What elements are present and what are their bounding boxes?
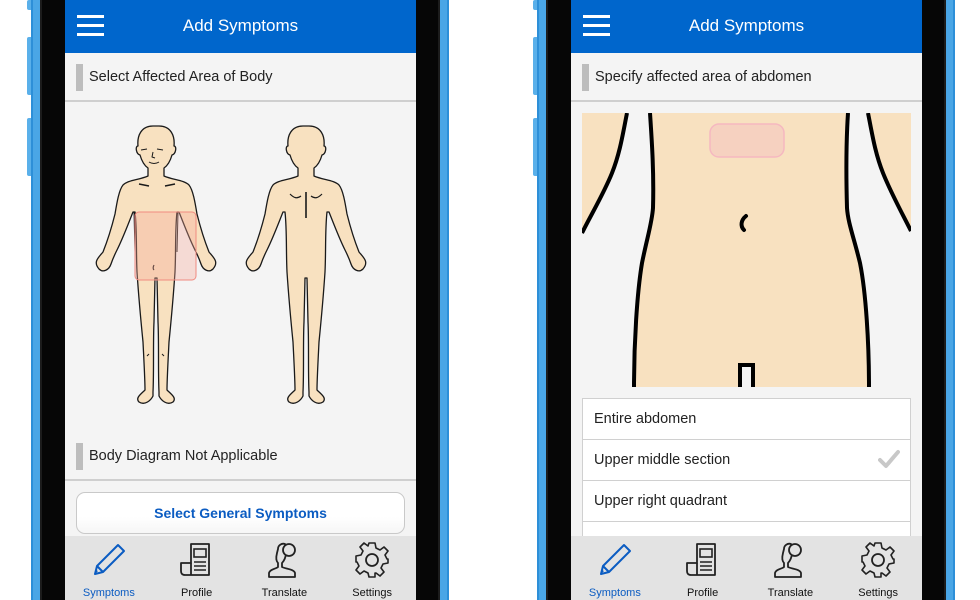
option-label: Entire abdomen	[594, 411, 697, 427]
option-label: Upper middle section	[594, 452, 731, 468]
screen-abdomen-selection: Add Symptoms Specify affected area of ab…	[571, 0, 922, 600]
tab-profile[interactable]: Profile	[153, 536, 241, 600]
person-speech-icon	[268, 542, 297, 578]
tab-label: Symptoms	[588, 587, 641, 599]
section-header: Select Affected Area of Body	[65, 53, 416, 102]
app-header: Add Symptoms	[65, 0, 416, 53]
section-marker	[76, 443, 83, 470]
body-diagram[interactable]	[65, 102, 416, 432]
gear-icon	[861, 542, 895, 578]
document-icon	[179, 543, 210, 576]
page-title: Add Symptoms	[182, 16, 299, 35]
list-item[interactable]: Entire abdomen	[583, 399, 910, 440]
tab-symptoms[interactable]: Symptoms	[571, 536, 659, 600]
tab-label: Translate	[767, 587, 814, 599]
tab-label: Settings	[352, 587, 392, 599]
checkmark-icon	[878, 450, 900, 468]
tab-settings[interactable]: Settings	[834, 536, 922, 600]
section-title: Select Affected Area of Body	[89, 69, 273, 85]
tab-translate[interactable]: Translate	[747, 536, 835, 600]
phone-left: Add Symptoms Select Affected Area of Bod…	[27, 0, 449, 600]
document-icon	[685, 543, 716, 576]
tab-translate[interactable]: Translate	[241, 536, 329, 600]
button-label: Select General Symptoms	[154, 505, 327, 521]
page-title: Add Symptoms	[688, 16, 805, 35]
tab-bar: Symptoms Profile Translate Settings	[571, 536, 922, 600]
phone-right: Add Symptoms Specify affected area of ab…	[533, 0, 955, 600]
tab-label: Profile	[181, 587, 213, 599]
gear-icon	[355, 542, 389, 578]
abdomen-diagram[interactable]	[582, 113, 911, 387]
option-label: Upper right quadrant	[594, 493, 727, 509]
list-item[interactable]: Upper middle section	[583, 440, 910, 481]
tab-label: Symptoms	[82, 587, 135, 599]
tab-profile[interactable]: Profile	[659, 536, 747, 600]
select-general-symptoms-button[interactable]: Select General Symptoms	[76, 492, 405, 534]
section-marker	[582, 64, 589, 91]
abdomen-highlight[interactable]	[134, 211, 197, 281]
section-header-not-applicable: Body Diagram Not Applicable	[65, 432, 416, 481]
body-back-figure[interactable]	[245, 125, 367, 404]
tab-settings[interactable]: Settings	[328, 536, 416, 600]
tab-bar: Symptoms Profile Translate Settings	[65, 536, 416, 600]
section-title: Body Diagram Not Applicable	[89, 448, 278, 464]
upper-middle-highlight[interactable]	[709, 123, 785, 158]
tab-symptoms[interactable]: Symptoms	[65, 536, 153, 600]
pencil-icon	[599, 544, 631, 575]
list-item[interactable]: Upper right quadrant	[583, 481, 910, 522]
pencil-icon	[93, 544, 125, 575]
app-header: Add Symptoms	[571, 0, 922, 53]
tab-label: Profile	[687, 587, 719, 599]
section-title: Specify affected area of abdomen	[595, 69, 812, 85]
screen-body-selection: Add Symptoms Select Affected Area of Bod…	[65, 0, 416, 600]
section-marker	[76, 64, 83, 91]
tab-label: Translate	[261, 587, 308, 599]
person-speech-icon	[774, 542, 803, 578]
section-header: Specify affected area of abdomen	[571, 53, 922, 102]
tab-label: Settings	[858, 587, 898, 599]
